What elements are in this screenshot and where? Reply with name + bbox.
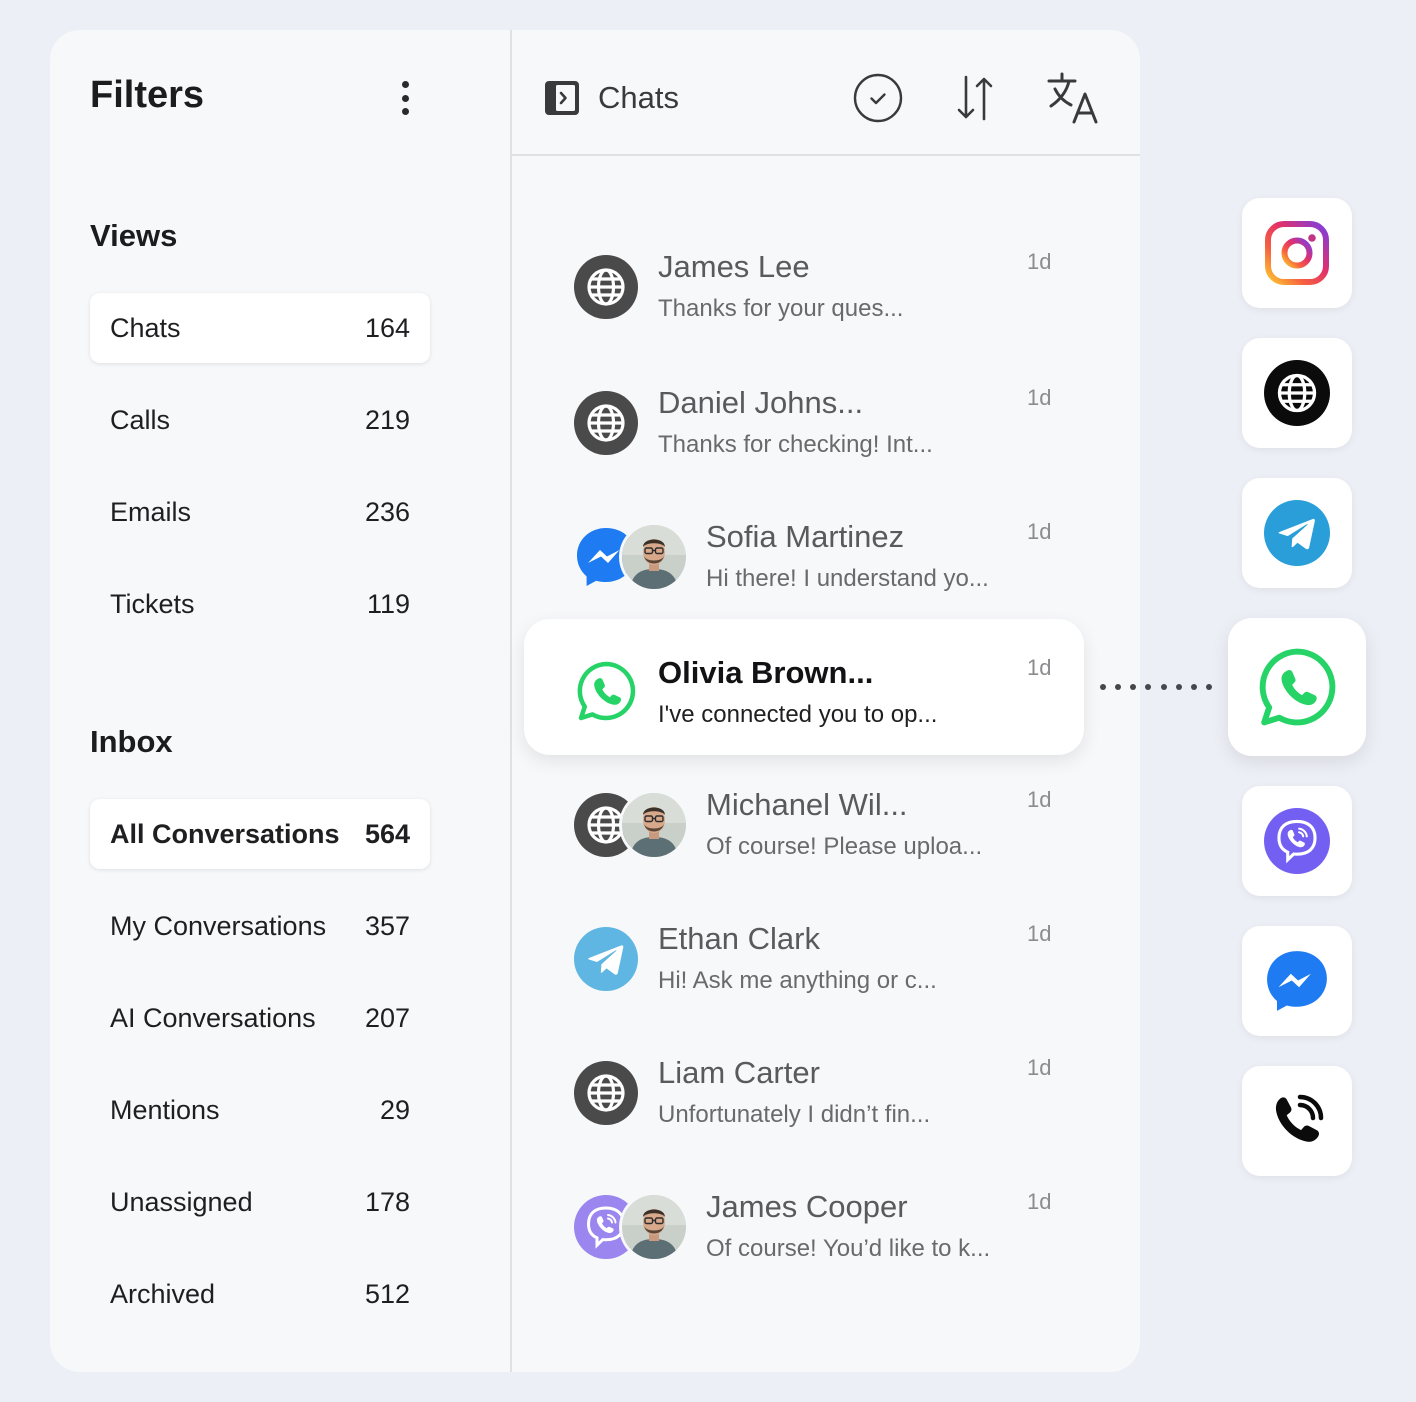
channel-website[interactable]	[1242, 338, 1352, 448]
messenger-icon	[1264, 948, 1330, 1014]
inbox-item-all-conversations[interactable]: All Conversations 564	[90, 799, 430, 869]
chat-item-james-lee[interactable]: James Lee Thanks for your ques... 1d	[524, 219, 1084, 355]
phone-icon	[1275, 1094, 1324, 1142]
instagram-icon	[1265, 221, 1329, 285]
chat-time: 1d	[1027, 1189, 1052, 1214]
channel-messenger[interactable]	[1242, 926, 1352, 1036]
chat-preview: Of course! You’d like to k...	[706, 1235, 991, 1262]
inbox-item-label: AI Conversations	[110, 1002, 316, 1033]
avatar	[622, 1195, 686, 1259]
view-item-tickets[interactable]: Tickets 119	[90, 569, 430, 639]
chat-item-sofia-martinez[interactable]: Sofia Martinez Hi there! I understand yo…	[524, 489, 1084, 625]
connector-dots	[1100, 680, 1212, 694]
inbox-card: Filters Views Chats 164 Calls 219 Emails…	[50, 30, 1140, 1372]
chats-header: Chats	[512, 30, 1140, 156]
chat-name: Michanel Wil...	[706, 787, 908, 822]
globe-icon	[574, 391, 638, 455]
chat-item-james-cooper[interactable]: James Cooper Of course! You’d like to k.…	[524, 1159, 1084, 1295]
view-item-label: Tickets	[110, 588, 195, 619]
channel-whatsapp[interactable]	[1228, 618, 1366, 756]
inbox-item-archived[interactable]: Archived 512	[90, 1259, 430, 1329]
globe-icon	[1264, 360, 1330, 426]
views-title: Views	[90, 218, 178, 253]
chat-time: 1d	[1027, 249, 1052, 274]
channel-phone[interactable]	[1242, 1066, 1352, 1176]
view-item-count: 164	[364, 312, 410, 343]
sort-icon[interactable]	[949, 72, 1001, 124]
inbox-item-ai-conversations[interactable]: AI Conversations 207	[90, 983, 430, 1053]
view-item-calls[interactable]: Calls 219	[90, 385, 430, 455]
inbox-item-mentions[interactable]: Mentions 29	[90, 1075, 430, 1145]
globe-icon	[574, 1061, 638, 1125]
inbox-title: Inbox	[90, 724, 173, 759]
channel-viber[interactable]	[1242, 786, 1352, 896]
inbox-item-label: Archived	[110, 1278, 216, 1309]
chat-name: Daniel Johns...	[658, 385, 864, 420]
collapse-panel-icon[interactable]	[544, 80, 580, 116]
more-options-icon[interactable]	[390, 76, 420, 120]
chats-title: Chats	[598, 80, 679, 115]
inbox-item-label: All Conversations	[110, 818, 340, 849]
chat-preview: Of course! Please uploa...	[706, 833, 983, 860]
view-item-label: Emails	[110, 496, 192, 527]
translate-icon[interactable]	[1046, 70, 1102, 126]
chat-preview: Unfortunately I didn’t fin...	[658, 1101, 931, 1128]
inbox-item-unassigned[interactable]: Unassigned 178	[90, 1167, 430, 1237]
chat-item-liam-carter[interactable]: Liam Carter Unfortunately I didn’t fin..…	[524, 1025, 1084, 1161]
chat-preview: Hi! Ask me anything or c...	[658, 967, 937, 994]
avatar	[622, 525, 686, 589]
chat-time: 1d	[1027, 787, 1052, 812]
inbox-item-count: 512	[364, 1278, 410, 1309]
whatsapp-icon	[1255, 645, 1339, 729]
telegram-icon	[1264, 500, 1330, 566]
channel-telegram[interactable]	[1242, 478, 1352, 588]
inbox-item-count: 178	[364, 1186, 410, 1217]
view-item-count: 219	[364, 404, 410, 435]
inbox-item-my-conversations[interactable]: My Conversations 357	[90, 891, 430, 961]
view-item-chats[interactable]: Chats 164	[90, 293, 430, 363]
whatsapp-icon	[574, 659, 638, 723]
inbox-item-count: 357	[364, 910, 410, 941]
chat-time: 1d	[1027, 1055, 1052, 1080]
inbox-item-count: 207	[364, 1002, 410, 1033]
chat-preview: Hi there! I understand yo...	[706, 565, 989, 592]
viber-icon	[1264, 808, 1330, 874]
inbox-item-count: 564	[364, 818, 410, 849]
view-item-label: Calls	[110, 404, 171, 435]
view-item-count: 236	[364, 496, 410, 527]
mark-all-read-icon[interactable]	[852, 72, 904, 124]
inbox-item-label: My Conversations	[110, 910, 327, 941]
chat-item-olivia-brown[interactable]: Olivia Brown... I've connected you to op…	[524, 619, 1084, 755]
chat-name: Olivia Brown...	[658, 655, 874, 690]
chat-time: 1d	[1027, 519, 1052, 544]
chat-item-daniel-johns[interactable]: Daniel Johns... Thanks for checking! Int…	[524, 355, 1084, 491]
view-item-count: 119	[366, 588, 410, 619]
globe-icon	[574, 255, 638, 319]
chat-name: James Cooper	[706, 1189, 908, 1224]
chat-name: James Lee	[658, 249, 810, 284]
chat-name: Sofia Martinez	[706, 519, 905, 554]
chat-item-michanel-wil[interactable]: Michanel Wil... Of course! Please uploa.…	[524, 757, 1084, 893]
telegram-icon	[574, 927, 638, 991]
chat-preview: Thanks for checking! Int...	[658, 431, 933, 458]
inbox-item-label: Unassigned	[110, 1186, 253, 1217]
avatar	[622, 793, 686, 857]
inbox-item-label: Mentions	[110, 1094, 220, 1125]
chat-preview: I've connected you to op...	[658, 701, 938, 728]
chat-time: 1d	[1027, 655, 1052, 680]
chat-name: Ethan Clark	[658, 921, 820, 956]
filters-title: Filters	[90, 74, 205, 116]
channel-instagram[interactable]	[1242, 198, 1352, 308]
chat-name: Liam Carter	[658, 1055, 820, 1090]
chat-time: 1d	[1027, 385, 1052, 410]
view-item-emails[interactable]: Emails 236	[90, 477, 430, 547]
inbox-item-count: 29	[379, 1094, 410, 1125]
panel-divider	[510, 30, 512, 1372]
chat-item-ethan-clark[interactable]: Ethan Clark Hi! Ask me anything or c... …	[524, 891, 1084, 1027]
chat-preview: Thanks for your ques...	[658, 295, 904, 322]
view-item-label: Chats	[110, 312, 181, 343]
chat-time: 1d	[1027, 921, 1052, 946]
